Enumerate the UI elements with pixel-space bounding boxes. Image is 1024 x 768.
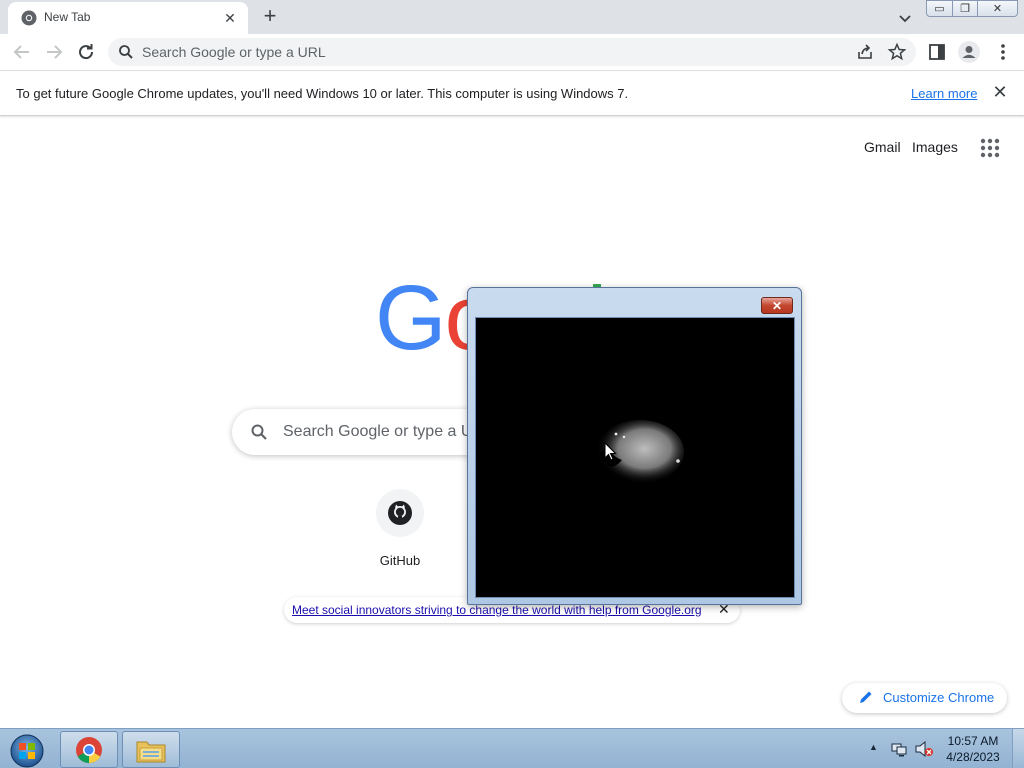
customize-chrome-button[interactable]: Customize Chrome: [842, 683, 1007, 713]
video-popup-window[interactable]: ✕: [467, 287, 802, 605]
windows-taskbar: ▲ 10:57 AM 4/28/2023: [0, 728, 1024, 768]
info-bar-close-icon[interactable]: ✕: [990, 82, 1010, 104]
taskbar-chrome-button[interactable]: [60, 731, 118, 768]
forward-arrow-icon[interactable]: [42, 40, 66, 64]
promo-link[interactable]: Meet social innovators striving to chang…: [292, 603, 702, 617]
file-explorer-icon: [136, 741, 166, 762]
screen: New Tab ✕ + ▭ ❐ ✕ Search Google or type …: [0, 0, 1024, 768]
window-restore-button[interactable]: ❐: [953, 0, 978, 17]
bookmark-star-icon[interactable]: [887, 42, 907, 62]
system-clock[interactable]: 10:57 AM 4/28/2023: [940, 733, 1006, 765]
windows-start-button[interactable]: [6, 731, 48, 768]
chrome-icon: [76, 736, 102, 763]
more-menu-icon[interactable]: [994, 42, 1012, 62]
info-bar-message: To get future Google Chrome updates, you…: [16, 86, 629, 101]
tab-title: New Tab: [44, 10, 91, 24]
profile-avatar[interactable]: [958, 41, 980, 63]
tab-search-chevron-icon[interactable]: [895, 8, 915, 28]
side-panel-icon[interactable]: [928, 43, 946, 61]
popup-video-area: [475, 317, 795, 598]
window-close-button[interactable]: ✕: [978, 0, 1018, 17]
tab-close-icon[interactable]: ✕: [220, 8, 240, 28]
network-icon[interactable]: [890, 740, 908, 758]
logo-letter-g: G: [375, 267, 447, 369]
images-link[interactable]: Images: [912, 139, 958, 155]
gmail-link[interactable]: Gmail: [864, 139, 901, 155]
ntp-search-placeholder: Search Google or type a URL: [283, 423, 493, 440]
popup-close-button[interactable]: ✕: [761, 297, 793, 314]
window-minimize-button[interactable]: ▭: [926, 0, 953, 17]
person-icon: [962, 46, 976, 58]
search-icon: [251, 424, 267, 440]
toolbar: Search Google or type a URL: [0, 34, 1024, 71]
clock-time: 10:57 AM: [947, 734, 999, 748]
tab-strip: New Tab ✕ + ▭ ❐ ✕: [0, 0, 1024, 34]
tray-show-hidden-icon[interactable]: ▲: [869, 742, 878, 752]
shortcut-github[interactable]: GitHub: [360, 487, 440, 577]
window-controls: ▭ ❐ ✕: [926, 0, 1018, 18]
customize-chrome-label: Customize Chrome: [883, 690, 995, 705]
back-arrow-icon[interactable]: [10, 40, 34, 64]
learn-more-link[interactable]: Learn more: [911, 86, 977, 101]
github-icon: [388, 501, 412, 525]
google-apps-icon[interactable]: [979, 137, 1001, 159]
pencil-icon: [860, 691, 872, 703]
address-bar[interactable]: Search Google or type a URL: [108, 38, 916, 66]
update-info-bar: To get future Google Chrome updates, you…: [0, 72, 1024, 116]
share-icon[interactable]: [856, 43, 874, 61]
shortcut-label: GitHub: [379, 553, 421, 568]
shortcut-icon-circle: [376, 489, 424, 537]
reload-icon[interactable]: [74, 40, 98, 64]
address-placeholder: Search Google or type a URL: [142, 44, 326, 60]
show-desktop-button[interactable]: [1012, 729, 1024, 768]
taskbar-explorer-button[interactable]: [122, 731, 180, 768]
volume-muted-icon[interactable]: [914, 740, 934, 758]
clock-date: 4/28/2023: [946, 750, 1000, 764]
new-tab-button[interactable]: +: [258, 5, 282, 29]
mouse-cursor-icon: [604, 442, 617, 461]
tab-new-tab[interactable]: New Tab ✕: [8, 2, 248, 34]
video-frame-image: [596, 420, 684, 484]
search-icon: [119, 45, 133, 59]
chrome-favicon-icon: [21, 10, 37, 26]
